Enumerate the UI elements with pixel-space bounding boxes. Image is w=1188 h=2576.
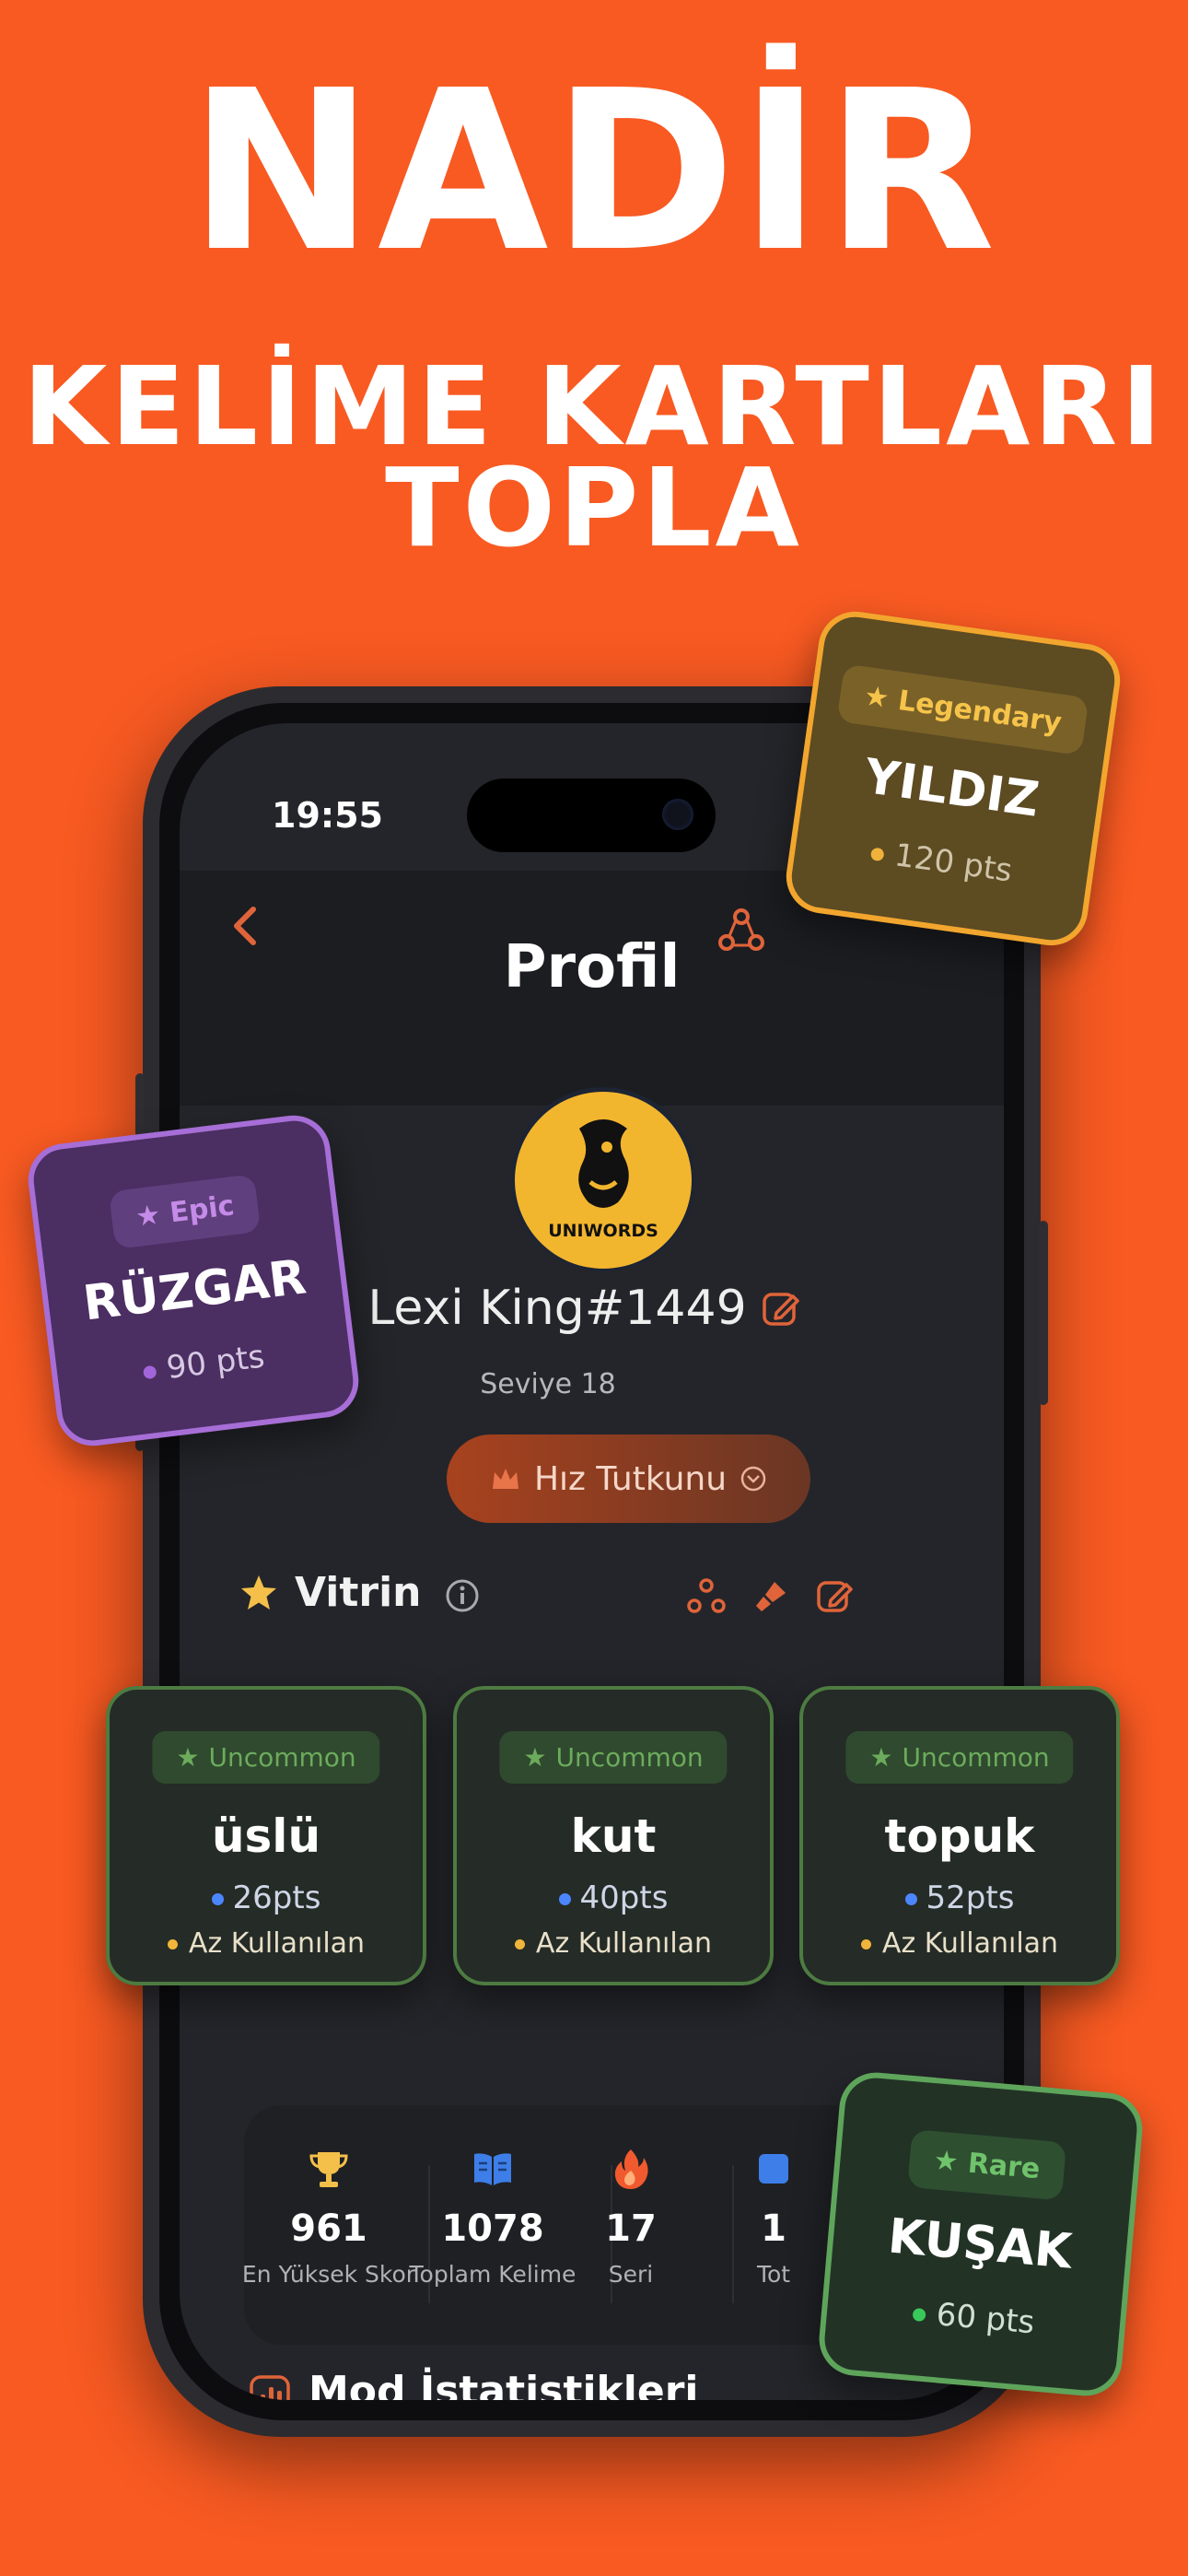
phone-side-button [135, 1073, 145, 1138]
rarity-label: Legendary [896, 685, 1064, 740]
star-icon: ★ [176, 1742, 200, 1773]
card-points: 120 pts [794, 823, 1089, 900]
rarity-badge: ★ Legendary [836, 663, 1089, 756]
rarity-label: Rare [966, 2147, 1042, 2186]
rarity-badge: ★ Uncommon [152, 1731, 380, 1784]
rarity-badge: ★ Epic [108, 1174, 262, 1250]
frequency-dot [514, 1939, 525, 1950]
card-points: 40pts [457, 1879, 770, 1916]
points-label: 60 pts [935, 2296, 1036, 2342]
star-icon: ★ [523, 1742, 547, 1773]
trophy-icon [309, 2152, 348, 2187]
card-word: üslü [211, 1809, 321, 1863]
avatar-logo-text: UNIWORDS [548, 1221, 658, 1241]
rarity-badge: ★ Uncommon [499, 1731, 728, 1784]
rarity-label: Uncommon [555, 1742, 704, 1773]
points-label: 90 pts [164, 1338, 267, 1388]
book-icon [474, 2153, 511, 2185]
points-dot [912, 2307, 926, 2322]
card-points: 26pts [110, 1879, 423, 1916]
points-dot [869, 846, 885, 861]
mode-stats-title: Mod İstatistikleri [309, 2368, 699, 2400]
card-word: RÜZGAR [80, 1249, 309, 1332]
fire-icon [614, 2149, 648, 2189]
points-label: 40pts [579, 1879, 669, 1916]
card-frequency: Az Kullanılan [457, 1927, 770, 1960]
star-icon [241, 1575, 276, 1610]
card-points: 90 pts [56, 1328, 352, 1399]
card-frequency: Az Kullanılan [803, 1927, 1116, 1960]
rarity-badge: ★ Rare [907, 2129, 1066, 2201]
points-dot [142, 1364, 157, 1379]
phone-power-button [1039, 1221, 1048, 1405]
star-icon: ★ [862, 679, 901, 717]
legendary-word-card: ★ Legendary YILDIZ 120 pts [781, 606, 1125, 951]
page-title: Profil [503, 933, 681, 1001]
headline-line-3: TOPLA [385, 444, 803, 571]
camera-icon [662, 799, 693, 830]
star-icon: ★ [932, 2144, 970, 2180]
frequency-label: Az Kullanılan [188, 1927, 366, 1960]
headline-line-1: NADİR [189, 42, 999, 300]
card-points: 60 pts [826, 2287, 1121, 2349]
title-badge-label: Hız Tutkunu [533, 1459, 728, 1498]
stat-icon [759, 2154, 788, 2184]
edit-showcase-icon[interactable] [815, 1576, 856, 1617]
rarity-badge: ★ Uncommon [845, 1731, 1074, 1784]
edit-name-icon[interactable] [760, 1287, 802, 1329]
info-icon[interactable] [445, 1578, 480, 1613]
chevron-down-icon [740, 1466, 766, 1492]
epic-word-card: ★ Epic RÜZGAR 90 pts [24, 1111, 363, 1450]
frequency-label: Az Kullanılan [535, 1927, 713, 1960]
chart-icon [250, 2375, 290, 2400]
card-word: YILDIZ [861, 748, 1042, 828]
card-word: KUŞAK [885, 2208, 1075, 2280]
showcase-card[interactable]: ★ Uncommon üslü 26pts Az Kullanılan [106, 1686, 426, 1985]
stat-highest-score: 961 En Yüksek Skor [237, 2147, 421, 2288]
points-dot [558, 1893, 571, 1905]
rarity-label: Uncommon [208, 1742, 356, 1773]
stat-value: 961 [290, 2207, 367, 2250]
points-dot [211, 1893, 224, 1905]
uniwords-logo-icon [578, 1119, 629, 1208]
stat-label: En Yüksek Skor [241, 2261, 416, 2288]
avatar[interactable]: UNIWORDS [515, 1092, 692, 1269]
dynamic-island [467, 779, 716, 852]
frequency-dot [167, 1939, 178, 1950]
star-icon: ★ [134, 1197, 172, 1234]
status-time: 19:55 [272, 795, 383, 836]
card-points: 52pts [803, 1879, 1116, 1916]
showcase-card[interactable]: ★ Uncommon topuk 52pts Az Kullanılan [799, 1686, 1120, 1985]
points-label: 26pts [232, 1879, 321, 1916]
title-badge-button[interactable]: Hız Tutkunu [447, 1434, 810, 1523]
rarity-label: Uncommon [902, 1742, 1050, 1773]
card-frequency: Az Kullanılan [110, 1927, 423, 1960]
card-word: topuk [884, 1809, 1035, 1863]
frequency-label: Az Kullanılan [881, 1927, 1059, 1960]
crown-icon [492, 1469, 518, 1489]
brush-icon[interactable] [751, 1576, 791, 1617]
card-word: kut [570, 1809, 657, 1863]
points-label: 52pts [926, 1879, 1015, 1916]
vitrin-title: Vitrin [295, 1569, 422, 1616]
points-dot [904, 1893, 917, 1905]
points-label: 120 pts [891, 837, 1015, 890]
showcase-card[interactable]: ★ Uncommon kut 40pts Az Kullanılan [453, 1686, 774, 1985]
share-showcase-icon[interactable] [686, 1576, 727, 1617]
rare-word-card: ★ Rare KUŞAK 60 pts [816, 2069, 1146, 2399]
star-icon: ★ [869, 1742, 893, 1773]
frequency-dot [860, 1939, 871, 1950]
rarity-label: Epic [168, 1189, 237, 1230]
